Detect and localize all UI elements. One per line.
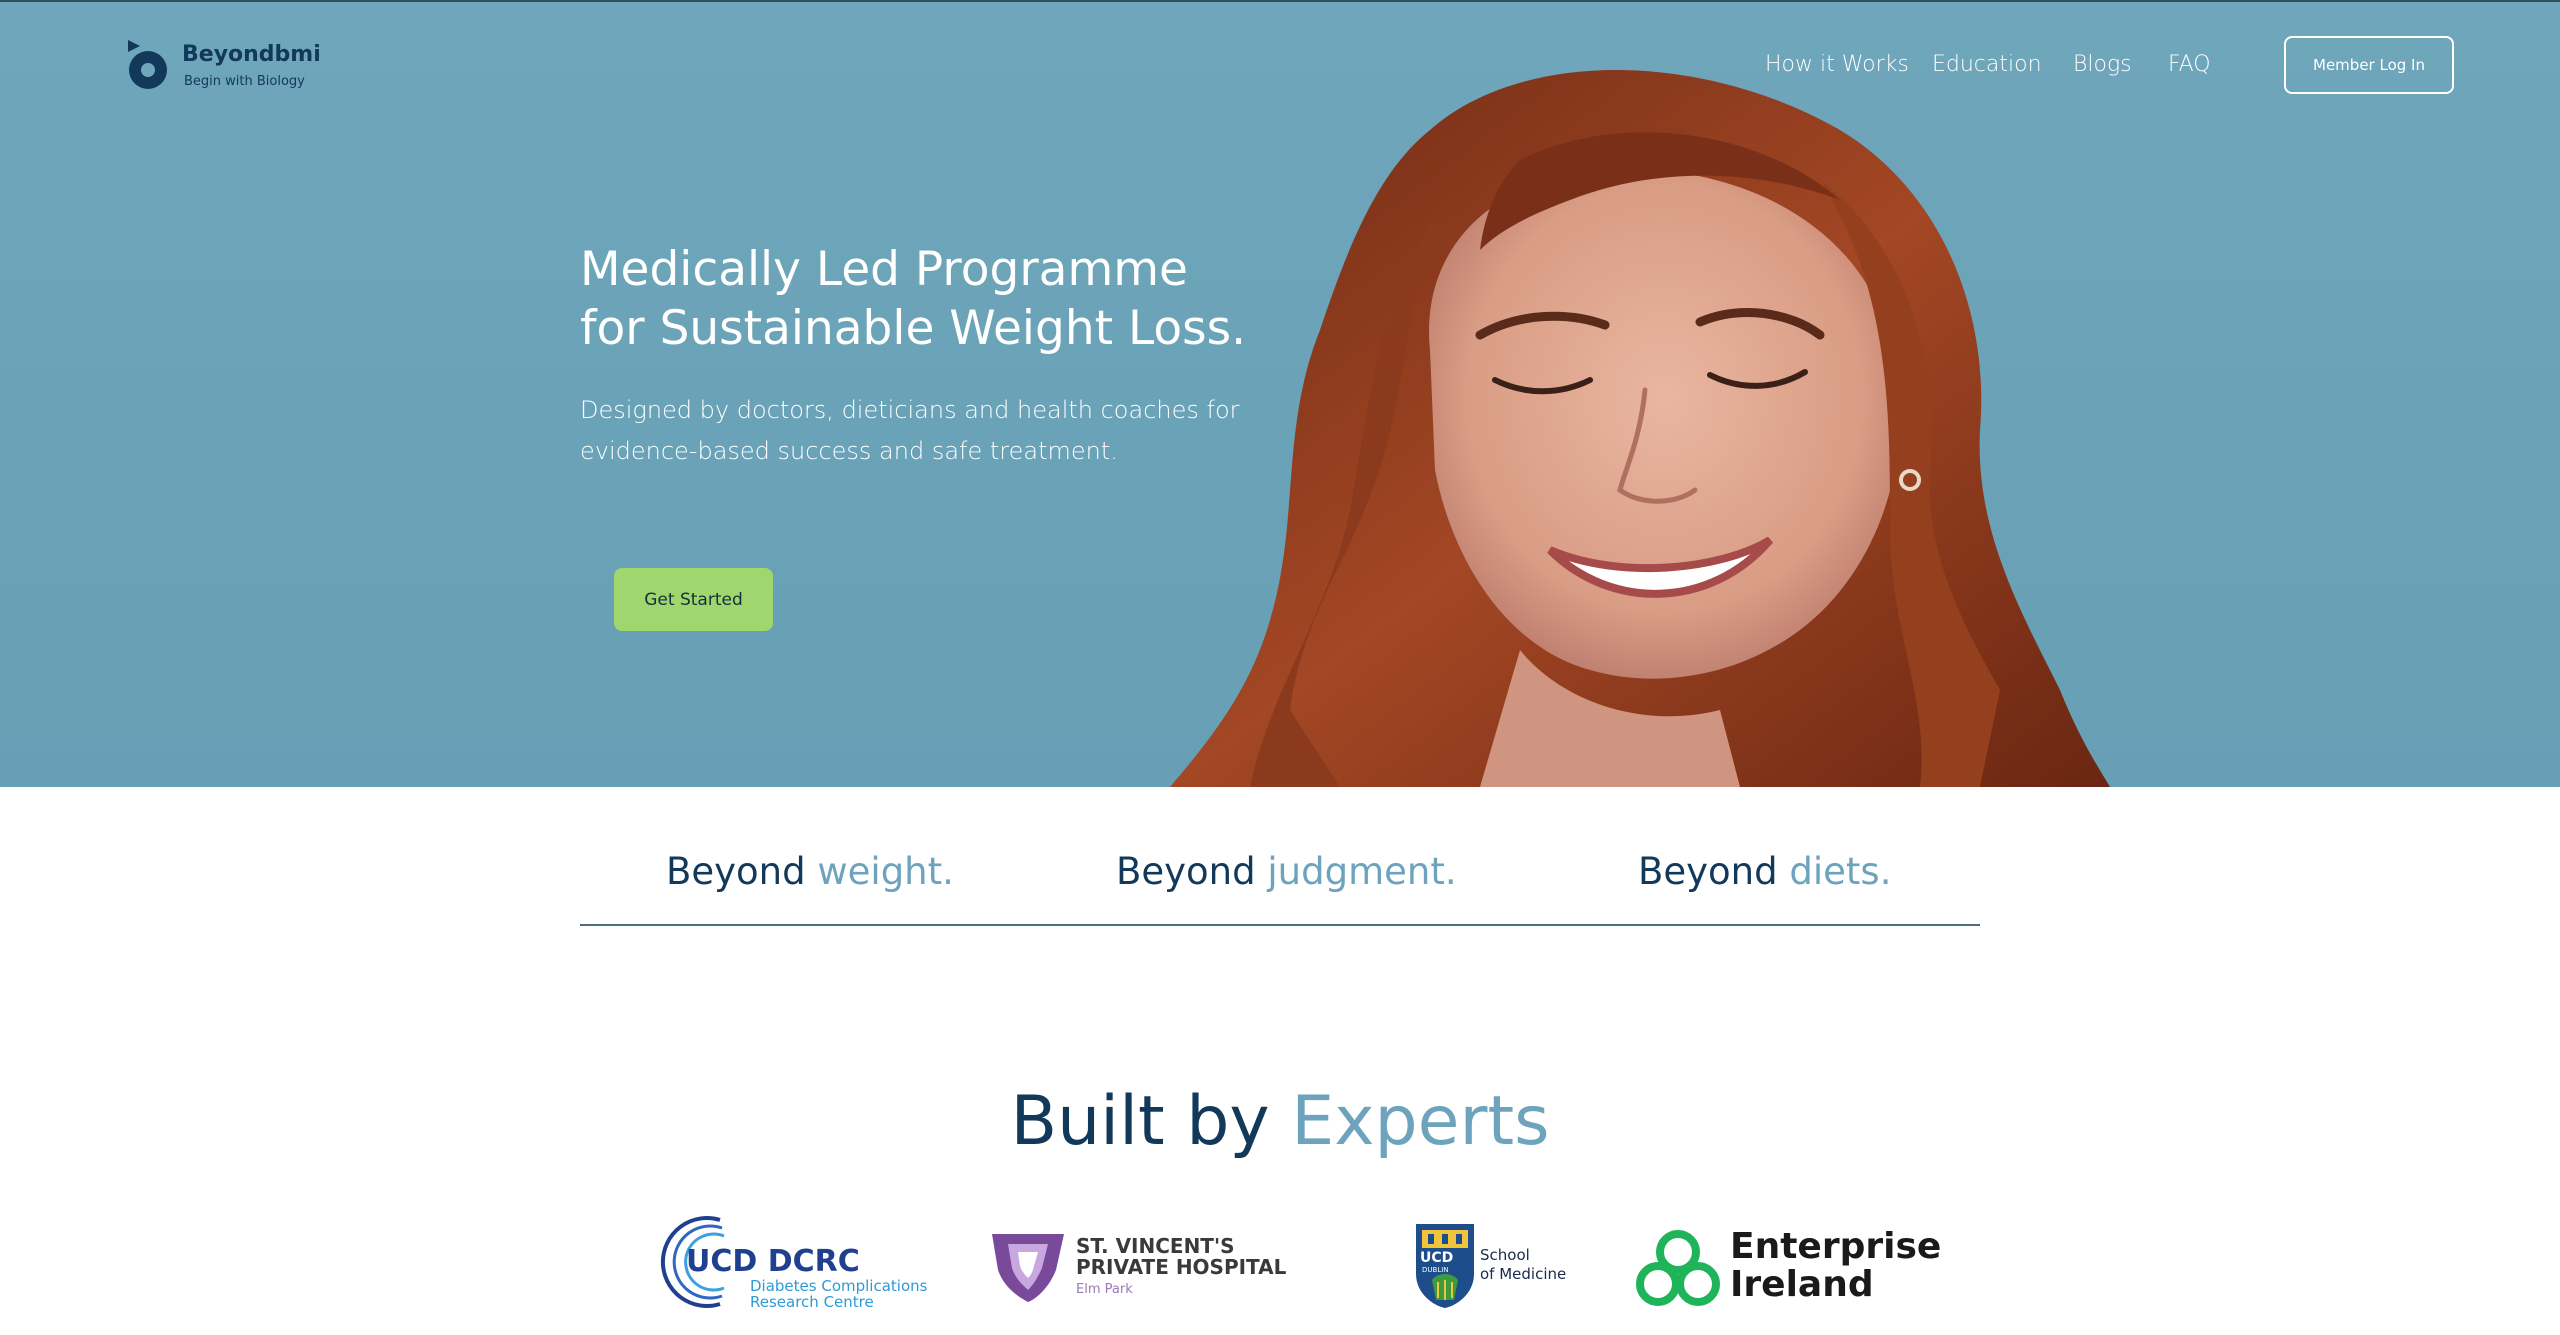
brand-name: Beyondbmi bbox=[182, 42, 321, 67]
ucd-dcrc-line-1: Diabetes Complications bbox=[750, 1277, 928, 1295]
tagline-lead: Beyond bbox=[1638, 850, 1778, 893]
enterprise-ireland-knot-icon bbox=[1636, 1230, 1720, 1306]
hero-subtitle-line-2: evidence-based success and safe treatmen… bbox=[580, 437, 1118, 465]
tagline-lead: Beyond bbox=[1116, 850, 1256, 893]
st-vincents-line-1: ST. VINCENT'S bbox=[1076, 1234, 1235, 1258]
logo-mark-icon bbox=[128, 40, 167, 89]
hero-title: Medically Led Programme for Sustainable … bbox=[580, 240, 1340, 358]
nav-education[interactable]: Education bbox=[1932, 52, 2042, 77]
ucd-crest-text: UCD bbox=[1420, 1250, 1454, 1266]
partner-logo-ucd-medicine: UCD DUBLIN School of Medicine bbox=[1414, 1222, 1574, 1310]
ucd-medicine-line-2: of Medicine bbox=[1480, 1265, 1567, 1283]
st-vincents-line-2: PRIVATE HOSPITAL bbox=[1076, 1255, 1287, 1279]
st-vincents-shield-icon bbox=[992, 1234, 1064, 1302]
top-border bbox=[0, 0, 2560, 2]
nav-blogs[interactable]: Blogs bbox=[2073, 52, 2132, 77]
st-vincents-name: ST. VINCENT'S PRIVATE HOSPITAL bbox=[1076, 1236, 1286, 1278]
ucd-dcrc-name: UCD DCRC bbox=[686, 1244, 860, 1279]
experts-heading-accent: Experts bbox=[1291, 1082, 1550, 1161]
enterprise-ireland-name: Enterprise Ireland bbox=[1730, 1228, 1941, 1304]
enterprise-ireland-line-1: Enterprise bbox=[1730, 1226, 1942, 1267]
partner-logo-ucd-dcrc: UCD DCRC Diabetes Complications Research… bbox=[650, 1212, 927, 1312]
st-vincents-location: Elm Park bbox=[1076, 1282, 1133, 1297]
tagline-accent: diets. bbox=[1789, 850, 1892, 893]
tagline-judgment: Beyond judgment. bbox=[1116, 850, 1457, 893]
tagline-accent: judgment. bbox=[1267, 850, 1457, 893]
brand-logo[interactable]: Beyondbmi Begin with Biology bbox=[126, 38, 321, 96]
ucd-medicine-name: School of Medicine bbox=[1480, 1246, 1566, 1284]
member-login-button[interactable]: Member Log In bbox=[2284, 36, 2454, 94]
ucd-dcrc-subtitle: Diabetes Complications Research Centre bbox=[750, 1278, 927, 1310]
get-started-button[interactable]: Get Started bbox=[614, 568, 773, 631]
hero-section: Beyondbmi Begin with Biology How it Work… bbox=[0, 0, 2560, 787]
hero-subtitle: Designed by doctors, dieticians and heal… bbox=[580, 390, 1280, 472]
ucd-medicine-line-1: School bbox=[1480, 1246, 1530, 1264]
experts-heading-lead: Built by bbox=[1010, 1082, 1270, 1161]
ucd-crest-subtext: DUBLIN bbox=[1422, 1266, 1449, 1274]
enterprise-ireland-line-2: Ireland bbox=[1730, 1264, 1874, 1305]
partner-logo-st-vincents: ST. VINCENT'S PRIVATE HOSPITAL Elm Park bbox=[990, 1228, 1290, 1304]
hero-title-line-1: Medically Led Programme bbox=[580, 242, 1188, 297]
tagline-weight: Beyond weight. bbox=[666, 850, 954, 893]
tagline-lead: Beyond bbox=[666, 850, 806, 893]
nav-faq[interactable]: FAQ bbox=[2168, 52, 2211, 77]
tagline-row: Beyond weight. Beyond judgment. Beyond d… bbox=[580, 850, 1980, 925]
tagline-divider bbox=[580, 924, 1980, 926]
hero-title-line-2: for Sustainable Weight Loss. bbox=[580, 301, 1247, 356]
hero-subtitle-line-1: Designed by doctors, dieticians and heal… bbox=[580, 396, 1240, 424]
tagline-diets: Beyond diets. bbox=[1638, 850, 1891, 893]
partner-logo-enterprise-ireland: Enterprise Ireland bbox=[1636, 1224, 1941, 1312]
experts-heading: Built by Experts bbox=[0, 1082, 2560, 1161]
tagline-accent: weight. bbox=[817, 850, 954, 893]
nav-how-it-works[interactable]: How it Works bbox=[1765, 52, 1909, 77]
brand-tagline: Begin with Biology bbox=[184, 74, 305, 89]
ucd-dcrc-line-2: Research Centre bbox=[750, 1293, 874, 1311]
